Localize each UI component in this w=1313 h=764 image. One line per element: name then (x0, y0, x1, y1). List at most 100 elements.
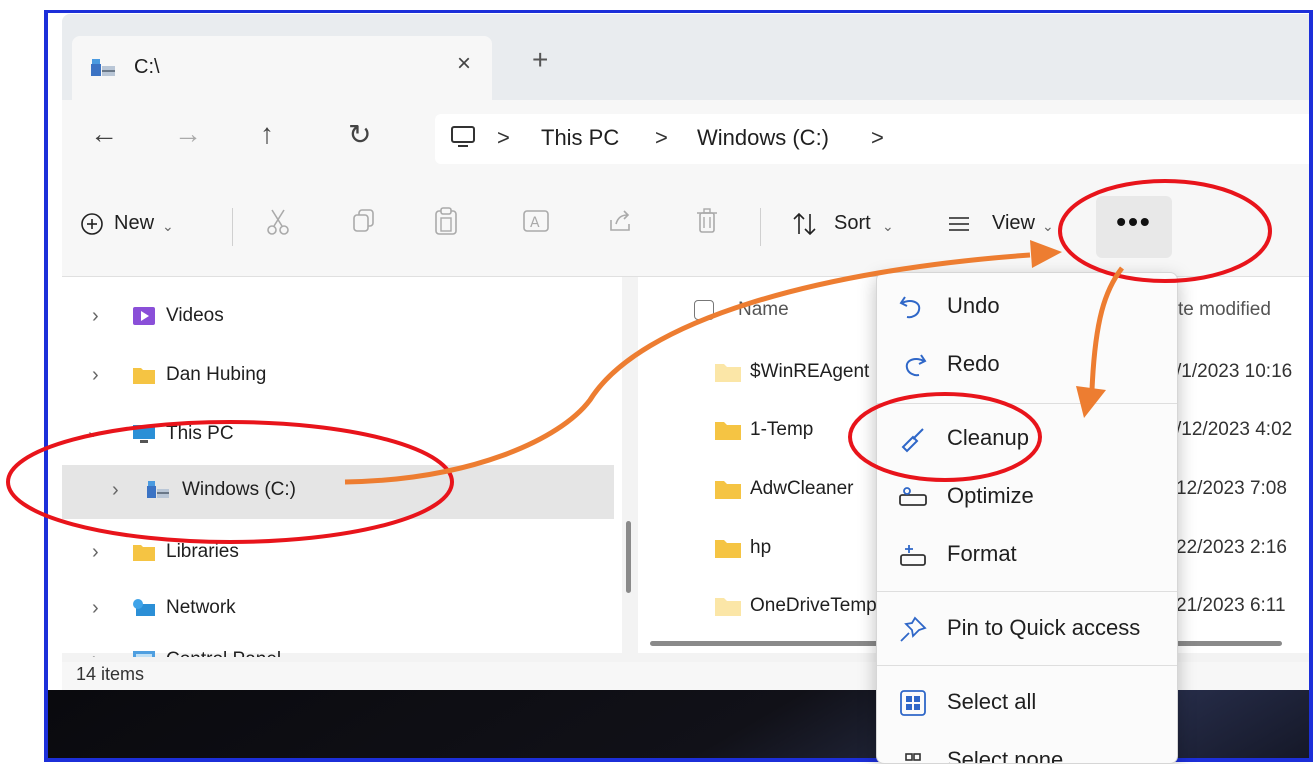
forward-arrow-icon[interactable]: → (174, 118, 202, 150)
sidebar-item-label: Dan Hubing (166, 364, 267, 385)
redo-icon (905, 354, 927, 377)
sidebar-item-windows-c[interactable]: › Windows (C:) (62, 465, 614, 519)
chevron-right-icon[interactable]: › (92, 541, 99, 564)
breadcrumb-separator: > (871, 125, 884, 150)
share-icon[interactable] (608, 208, 632, 234)
chevron-down-icon: ⌄ (882, 218, 894, 234)
file-name: hp (750, 537, 772, 558)
file-date: /1/2023 10:16 (1176, 361, 1293, 382)
menu-item-label: Format (947, 541, 1017, 566)
chevron-down-icon[interactable]: › (82, 431, 105, 438)
see-more-menu: Undo Redo Cleanup Optimize Format Pin to… (876, 272, 1178, 764)
folder-icon (715, 540, 741, 558)
drive-icon (147, 481, 169, 498)
sidebar-item-label: This PC (166, 423, 234, 444)
menu-item-undo[interactable]: Undo (877, 279, 1177, 335)
select-all-checkbox[interactable] (694, 300, 714, 320)
sidebar-item-videos[interactable]: › Videos (62, 291, 614, 345)
menu-separator (877, 665, 1177, 666)
pin-icon (900, 616, 927, 642)
menu-item-select-none[interactable]: Select none (877, 733, 1177, 763)
folder-icon (715, 364, 741, 382)
sidebar-item-label: Control Panel (166, 649, 281, 657)
breadcrumb-separator: > (497, 125, 510, 150)
refresh-icon[interactable]: ↻ (348, 118, 371, 151)
sidebar-item-libraries[interactable]: › Libraries (62, 527, 614, 581)
network-icon (133, 599, 155, 616)
delete-icon[interactable] (696, 208, 718, 234)
toolbar-divider (760, 208, 761, 246)
menu-item-label: Optimize (947, 483, 1034, 508)
menu-item-cleanup[interactable]: Cleanup (877, 411, 1177, 467)
menu-item-select-all[interactable]: Select all (877, 675, 1177, 731)
sidebar-item-network[interactable]: › Network (62, 583, 614, 637)
monitor-icon (451, 126, 475, 147)
chevron-down-icon: ⌄ (162, 218, 174, 234)
undo-icon (899, 296, 921, 319)
frame-border-top (48, 10, 1313, 13)
folder-icon (715, 481, 741, 499)
sidebar-scrollbar[interactable] (626, 521, 631, 593)
new-button[interactable]: New (114, 212, 154, 235)
frame-border-right (1309, 10, 1313, 762)
breadcrumb-windows-c[interactable]: Windows (C:) (697, 125, 829, 151)
sidebar-item-this-pc[interactable]: › This PC (62, 409, 614, 463)
column-header-date-modified[interactable]: te modified (1178, 299, 1271, 321)
sort-button[interactable]: Sort (834, 212, 871, 235)
file-name: AdwCleaner (750, 478, 854, 499)
menu-separator (877, 591, 1177, 592)
control-panel-icon (133, 651, 155, 657)
file-date: 12/2023 7:08 (1176, 478, 1287, 499)
back-arrow-icon[interactable]: ← (90, 118, 118, 150)
menu-item-optimize[interactable]: Optimize (877, 469, 1177, 525)
file-name: OneDriveTemp (750, 595, 877, 616)
menu-item-label: Select none (947, 747, 1064, 763)
plus-circle-icon (81, 213, 103, 235)
tab-bar: C:\ × + (62, 14, 1309, 100)
frame-border-left (44, 10, 48, 762)
file-name: $WinREAgent (750, 361, 870, 382)
drive-icon (91, 59, 115, 76)
cut-icon[interactable] (265, 208, 291, 236)
file-name: 1-Temp (750, 419, 814, 440)
menu-item-redo[interactable]: Redo (877, 337, 1177, 393)
view-lines-icon (949, 217, 969, 231)
chevron-right-icon[interactable]: › (92, 305, 99, 328)
menu-item-label: Cleanup (947, 425, 1029, 450)
sort-icon (793, 212, 816, 236)
sidebar-item-control-panel[interactable]: › Control Panel (62, 635, 614, 657)
tab-c-drive[interactable]: C:\ × (72, 36, 492, 100)
select-all-icon (900, 690, 926, 716)
menu-item-pin-to-quick-access[interactable]: Pin to Quick access (877, 601, 1177, 657)
videos-icon (133, 307, 155, 325)
tab-title: C:\ (134, 56, 160, 78)
chevron-right-icon[interactable]: › (112, 479, 119, 502)
file-date: 21/2023 6:11 (1176, 595, 1286, 616)
cleanup-broom-icon (901, 428, 924, 453)
folder-icon (133, 545, 155, 561)
sidebar-item-label: Videos (166, 305, 224, 326)
item-count: 14 items (76, 664, 145, 684)
view-button[interactable]: View (992, 212, 1035, 235)
chevron-right-icon[interactable]: › (92, 597, 99, 620)
new-tab-button[interactable]: + (532, 44, 548, 76)
up-arrow-icon[interactable]: ↑ (260, 118, 274, 150)
navigation-pane: › Videos › Dan Hubing › This PC › Window… (62, 277, 631, 657)
menu-item-format[interactable]: Format (877, 527, 1177, 583)
command-bar: New ⌄ A Sort ⌄ View ⌄ ••• (62, 178, 1309, 277)
see-more-button[interactable]: ••• (1096, 196, 1172, 258)
sidebar-item-dan-hubing[interactable]: › Dan Hubing (62, 350, 614, 404)
copy-icon[interactable] (352, 208, 376, 234)
breadcrumb-this-pc[interactable]: This PC (541, 125, 619, 151)
this-pc-icon (133, 425, 155, 443)
chevron-right-icon[interactable]: › (92, 364, 99, 387)
column-header-name[interactable]: Name (738, 299, 789, 321)
close-tab-icon[interactable]: × (457, 50, 471, 78)
address-bar[interactable]: > This PC > Windows (C:) > (435, 114, 1309, 164)
rename-icon[interactable]: A (522, 208, 550, 234)
paste-icon[interactable] (434, 206, 458, 236)
chevron-down-icon: ⌄ (1042, 218, 1054, 234)
menu-item-label: Select all (947, 689, 1037, 714)
chevron-right-icon[interactable]: › (92, 649, 99, 657)
more-options-icon: ••• (1116, 206, 1152, 237)
